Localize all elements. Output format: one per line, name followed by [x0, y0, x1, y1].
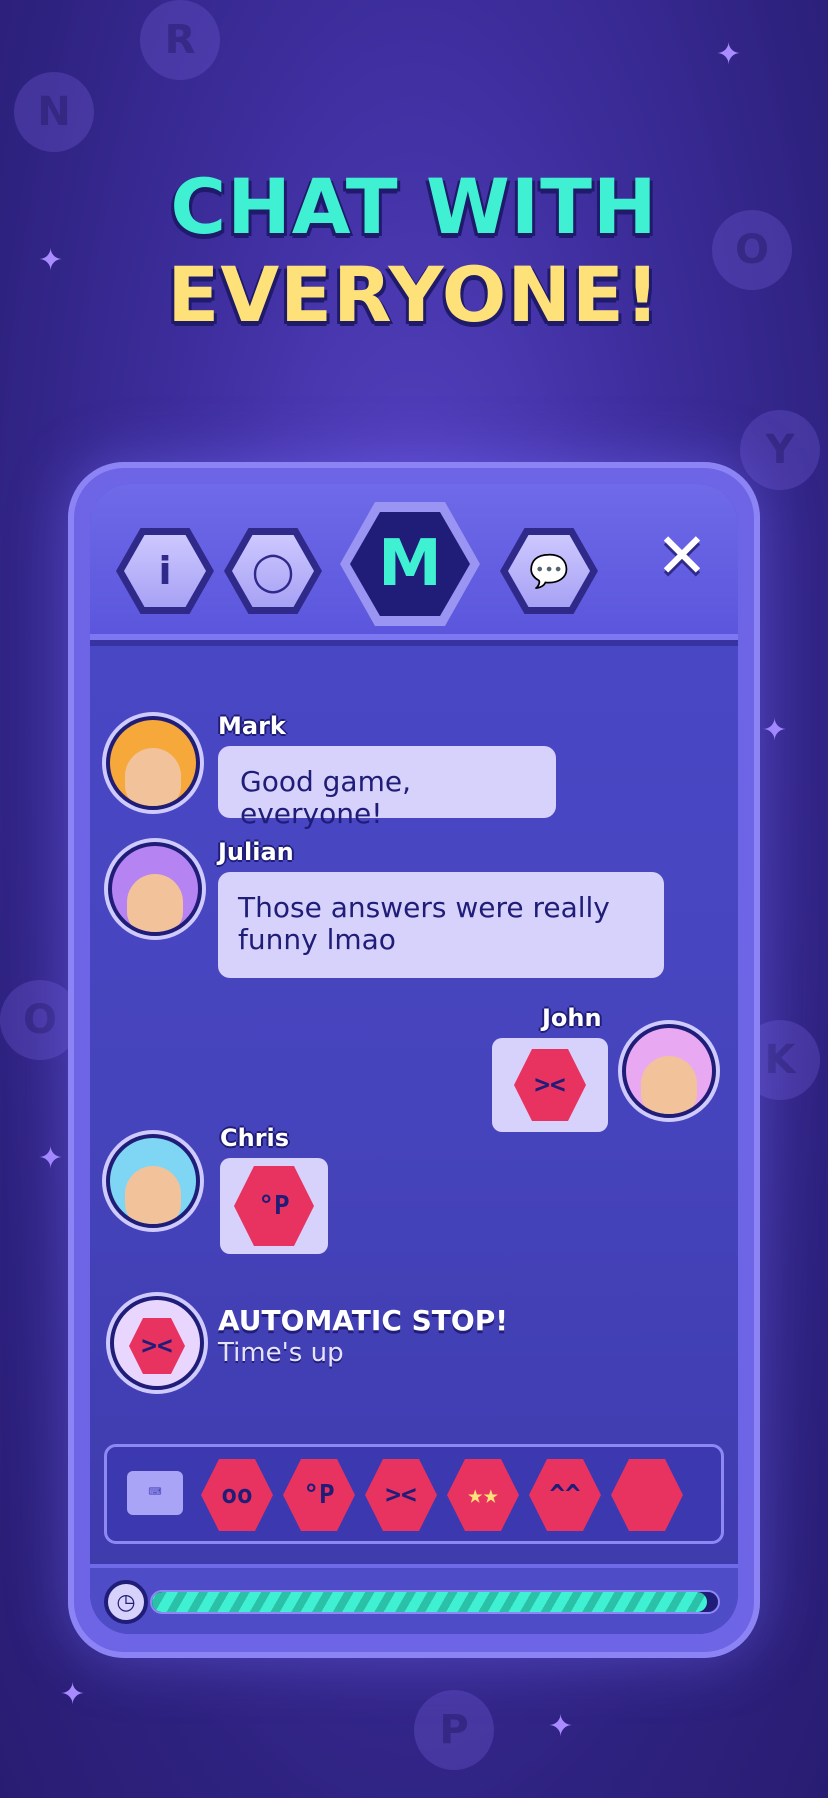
silly-face-sticker[interactable]: °P: [283, 1459, 355, 1531]
angry-face-sticker: ><: [514, 1049, 586, 1121]
party-face-sticker[interactable]: ^^: [529, 1459, 601, 1531]
avatar-chris: [106, 1134, 200, 1228]
sender-name: Mark: [218, 712, 286, 740]
sticker-message: °P: [220, 1158, 328, 1254]
tab-players[interactable]: ◯: [224, 528, 322, 614]
tab-chat-inner: 💬: [508, 535, 590, 607]
chat-screen: i ◯ M 💬 ✕ Mark Good game, everyone! Juli…: [90, 484, 738, 1634]
angry-face-sticker[interactable]: ><: [365, 1459, 437, 1531]
sticker-tray: ⌨ oo °P >< ★★ ^^: [104, 1444, 724, 1544]
close-button[interactable]: ✕: [650, 524, 714, 588]
sender-name: John: [542, 1004, 602, 1032]
keyboard-icon[interactable]: ⌨: [127, 1471, 183, 1515]
system-message-subtitle: Time's up: [218, 1338, 344, 1368]
message-bubble: Good game, everyone!: [218, 746, 556, 830]
avatar-face: [125, 748, 181, 806]
sticker-message: ><: [492, 1038, 608, 1132]
bg-letter-bubble: N: [14, 72, 94, 152]
sparkle-icon: ✦: [38, 1141, 64, 1176]
timer-progress-track: [150, 1590, 720, 1614]
tab-chat[interactable]: 💬: [500, 528, 598, 614]
avatar-john: [622, 1024, 716, 1118]
wide-eyes-sticker[interactable]: oo: [201, 1459, 273, 1531]
avatar-face: [641, 1056, 697, 1114]
sparkle-icon: ✦: [716, 37, 742, 72]
sparkle-icon: ✦: [762, 713, 788, 748]
tab-info-inner: i: [124, 535, 206, 607]
tab-game-active[interactable]: M: [340, 502, 480, 626]
bg-letter-bubble: P: [414, 1690, 494, 1770]
bg-letter-bubble: R: [140, 0, 220, 80]
partial-sticker[interactable]: [611, 1459, 683, 1531]
avatar-face: [125, 1166, 181, 1224]
bg-letter-bubble: Y: [740, 410, 820, 490]
chat-icon: 💬: [529, 552, 569, 590]
star-eyes-sticker[interactable]: ★★: [447, 1459, 519, 1531]
tab-info[interactable]: i: [116, 528, 214, 614]
tab-players-inner: ◯: [232, 535, 314, 607]
avatar-mark: [106, 716, 200, 810]
round-timer: ◷: [90, 1564, 738, 1634]
promo-headline-line2: EVERYONE!: [167, 250, 661, 339]
avatar-face: [127, 874, 183, 932]
stop-face: ><: [129, 1318, 185, 1374]
message-bubble: Those answers were really funny lmao: [218, 872, 664, 978]
info-icon: i: [158, 549, 172, 593]
user-icon: ◯: [251, 549, 295, 593]
avatar-julian: [108, 842, 202, 936]
m-logo: M: [350, 512, 470, 616]
sparkle-icon: ✦: [60, 1677, 86, 1712]
phone-frame: i ◯ M 💬 ✕ Mark Good game, everyone! Juli…: [68, 462, 760, 1658]
sparkle-icon: ✦: [548, 1709, 574, 1744]
clock-icon: ◷: [104, 1580, 148, 1624]
silly-face-sticker: °P: [234, 1166, 314, 1246]
tab-bar: i ◯ M 💬 ✕: [90, 484, 738, 640]
promo-headline-line1: CHAT WITH: [170, 162, 658, 251]
stop-sign-icon: ><: [110, 1296, 204, 1390]
timer-progress-fill: [152, 1592, 707, 1612]
system-message-title: AUTOMATIC STOP!: [218, 1304, 508, 1337]
sender-name: Julian: [218, 838, 294, 866]
sender-name: Chris: [220, 1124, 290, 1152]
